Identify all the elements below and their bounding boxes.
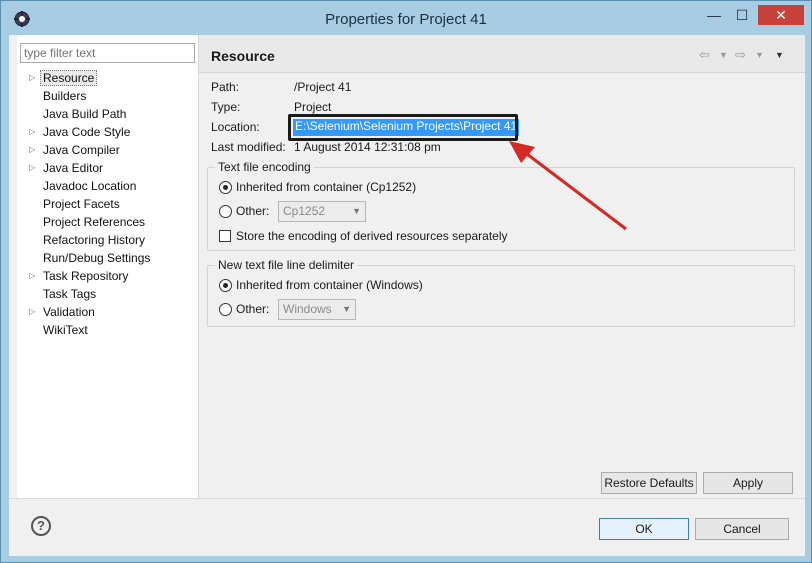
properties-dialog: Properties for Project 41 — ☐ ✕ ▷ Resour… [0,0,812,563]
annotation-arrow-shaft [522,149,627,231]
annotation-arrow-head [509,141,535,163]
annotation-arrow [509,141,627,231]
